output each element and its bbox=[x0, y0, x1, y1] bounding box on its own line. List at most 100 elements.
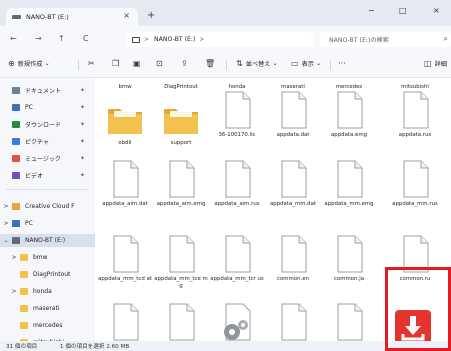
tab-close-button[interactable]: × bbox=[123, 11, 130, 20]
delete-button[interactable]: 🗑 bbox=[205, 59, 218, 68]
sidebar-item[interactable]: > Creative Cloud F bbox=[0, 200, 95, 213]
share-button[interactable]: ⇪ bbox=[181, 59, 191, 68]
maximize-button[interactable]: □ bbox=[399, 6, 407, 15]
sidebar-item[interactable]: PC ✦ bbox=[0, 101, 95, 114]
paste-button[interactable]: ▣ bbox=[133, 59, 144, 68]
sidebar-item[interactable]: > honda bbox=[0, 285, 95, 298]
more-button[interactable]: ··· bbox=[338, 59, 346, 68]
address-path: NANO-BT (E:) bbox=[154, 36, 196, 43]
new-label: 新規作成 bbox=[17, 61, 43, 68]
file-item[interactable]: common.en bbox=[265, 232, 321, 298]
file-item[interactable]: uni2sjis.dat bbox=[321, 300, 377, 341]
document-icon bbox=[395, 159, 435, 199]
new-button[interactable]: ⊕ 新規作成 ⌄ bbox=[8, 59, 50, 68]
sidebar-item[interactable]: mercedes bbox=[0, 319, 95, 332]
document-icon bbox=[329, 302, 369, 341]
file-item[interactable]: appdata_aim.rus bbox=[209, 157, 265, 223]
details-button[interactable]: ◫ 詳細 bbox=[424, 59, 447, 68]
creative-cloud-icon bbox=[12, 203, 20, 210]
plus-circle-icon: ⊕ bbox=[8, 59, 15, 68]
search-input[interactable]: NANO-BT (E:)の検索 ⌕ bbox=[320, 32, 451, 47]
sidebar-item[interactable]: ⌄ NANO-BT (E:) bbox=[0, 234, 95, 247]
selection-info: 1 個の項目を選択 2.60 MB bbox=[60, 344, 130, 350]
folder-icon bbox=[20, 305, 28, 312]
expand-chevron-icon[interactable]: > bbox=[8, 254, 20, 261]
file-item[interactable]: appdata_mm_tce mg bbox=[153, 232, 209, 298]
sidebar-item-label: ドキュメント bbox=[25, 88, 62, 95]
minimize-button[interactable]: − bbox=[368, 6, 375, 15]
sidebar-item[interactable]: maserati bbox=[0, 302, 95, 315]
folder-icon bbox=[161, 100, 201, 140]
more-icon: ··· bbox=[338, 59, 346, 68]
sort-icon: ⇅ bbox=[236, 59, 243, 68]
details-pane-icon: ◫ bbox=[424, 59, 432, 68]
folder-item[interactable]: support bbox=[153, 88, 209, 154]
search-icon: ⌕ bbox=[443, 34, 448, 43]
sidebar-item[interactable]: ドキュメント ✦ bbox=[0, 84, 95, 97]
tab-nano-bt[interactable]: NANO-BT (E:) × bbox=[6, 8, 138, 26]
file-item[interactable]: appdata.emg bbox=[321, 88, 377, 154]
new-tab-button[interactable]: + bbox=[147, 10, 155, 21]
view-button[interactable]: ▭ 表示 ⌄ bbox=[291, 59, 321, 68]
forward-button[interactable]: → bbox=[35, 34, 42, 43]
highlight-frame bbox=[385, 267, 451, 351]
expand-chevron-icon[interactable]: > bbox=[0, 203, 12, 210]
sidebar-item[interactable]: > PC bbox=[0, 217, 95, 230]
sidebar-item[interactable]: ピクチャ ✦ bbox=[0, 135, 95, 148]
sidebar-item-label: NANO-BT (E:) bbox=[25, 237, 66, 244]
expand-chevron-icon[interactable]: > bbox=[8, 288, 20, 295]
navigation-pane[interactable]: ドキュメント ✦ PC ✦ ダウンロード ✦ ピクチャ ✦ ミュージック ✦ ビデオ ✦ > Creati… bbox=[0, 78, 95, 341]
sidebar-item[interactable]: > bmw bbox=[0, 251, 95, 264]
refresh-button[interactable]: C bbox=[83, 34, 89, 43]
file-item[interactable]: appdata_mm_tcr us bbox=[209, 232, 265, 298]
file-item[interactable]: appdata_aim.dat bbox=[97, 157, 153, 223]
sidebar-item[interactable]: ビデオ ✦ bbox=[0, 169, 95, 182]
document-icon bbox=[395, 90, 435, 130]
file-item[interactable]: prod-inf.dat bbox=[265, 300, 321, 341]
pin-icon: ✦ bbox=[79, 155, 85, 162]
file-item[interactable]: appdata_mm.dat bbox=[265, 157, 321, 223]
file-item[interactable]: appdata_aim.emg bbox=[153, 157, 209, 223]
toolbar-divider bbox=[226, 60, 227, 70]
file-name: obdii bbox=[118, 140, 132, 146]
up-button[interactable]: ↑ bbox=[58, 34, 65, 43]
file-item[interactable]: appdata.rus bbox=[387, 88, 443, 154]
sidebar-item-label: bmw bbox=[33, 254, 48, 261]
copy-button[interactable]: ❐ bbox=[112, 59, 122, 68]
file-item[interactable]: common.ja bbox=[321, 232, 377, 298]
pin-icon: ✦ bbox=[79, 121, 85, 128]
trash-icon: 🗑 bbox=[205, 59, 216, 68]
back-button[interactable]: ← bbox=[10, 34, 17, 43]
file-item[interactable]: IPL.bin bbox=[97, 300, 153, 341]
expand-chevron-icon[interactable]: > bbox=[0, 220, 12, 227]
sort-button[interactable]: ⇅ 並べ替え ⌄ bbox=[236, 59, 278, 68]
document-icon bbox=[273, 90, 313, 130]
sidebar-item[interactable]: DiagPrintout bbox=[0, 268, 95, 281]
file-item[interactable]: appdata_mm.rus bbox=[387, 157, 443, 223]
folder-icon bbox=[20, 271, 28, 278]
sidebar-item[interactable]: ダウンロード ✦ bbox=[0, 118, 95, 131]
cut-icon: ✂ bbox=[88, 59, 95, 68]
details-label: 詳細 bbox=[434, 61, 447, 68]
sidebar-item-label: ビデオ bbox=[25, 173, 44, 180]
document-icon bbox=[217, 90, 257, 130]
address-bar[interactable]: > NANO-BT (E:) > bbox=[126, 32, 314, 47]
expand-chevron-icon[interactable]: ⌄ bbox=[0, 237, 12, 244]
cut-button[interactable]: ✂ bbox=[88, 59, 98, 68]
download-icon bbox=[12, 121, 20, 128]
close-window-button[interactable]: × bbox=[433, 6, 440, 15]
address-chevron[interactable]: > bbox=[199, 36, 204, 43]
file-item[interactable]: appdata.dat bbox=[265, 88, 321, 154]
folder-item[interactable]: obdii bbox=[97, 88, 153, 154]
pc-icon bbox=[12, 220, 20, 227]
rename-button[interactable]: ⊡ bbox=[156, 59, 166, 68]
file-item[interactable]: 36-100170.lic bbox=[209, 88, 265, 154]
file-item[interactable]: appdata_mm_tcd at bbox=[97, 232, 153, 298]
file-item[interactable]: IPL.esc bbox=[153, 300, 209, 341]
file-item[interactable]: appdata_mm.emg bbox=[321, 157, 377, 223]
sidebar-item[interactable]: ミュージック ✦ bbox=[0, 152, 95, 165]
drive-icon bbox=[12, 237, 20, 244]
file-name: appdata.rus bbox=[398, 132, 432, 138]
file-item[interactable]: pass.ini bbox=[209, 300, 265, 341]
music-icon bbox=[12, 155, 20, 162]
